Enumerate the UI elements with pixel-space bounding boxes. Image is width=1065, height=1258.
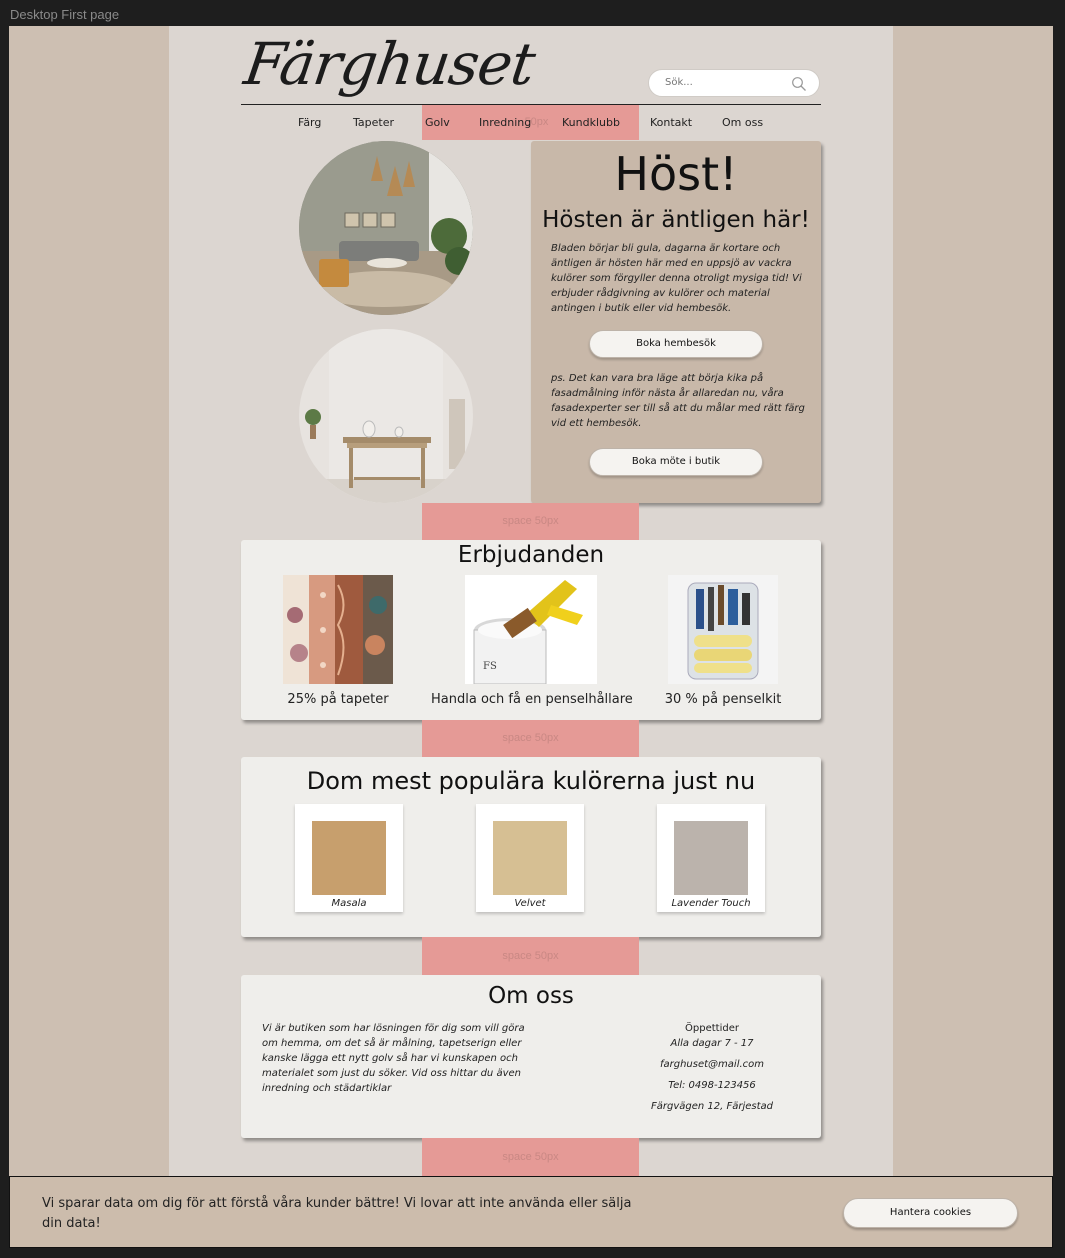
nav-item-tapeter[interactable]: Tapeter xyxy=(353,116,394,129)
search-icon[interactable] xyxy=(791,76,807,92)
hero-card: Höst! Hösten är äntligen här! Bladen bör… xyxy=(531,141,821,503)
brush-kit-image xyxy=(668,575,778,684)
popular-colors-title: Dom mest populära kulörerna just nu xyxy=(306,767,756,795)
opening-hours-label: Öppettider xyxy=(685,1023,739,1034)
nav-item-farg[interactable]: Färg xyxy=(298,116,321,129)
section-spacer: space 50px xyxy=(422,1138,639,1176)
manage-cookies-button[interactable]: Hantera cookies xyxy=(843,1198,1018,1228)
color-swatch xyxy=(493,821,567,895)
wallpaper-rolls-image xyxy=(283,575,393,684)
offer-label: 25% på tapeter xyxy=(287,692,389,707)
color-name: Lavender Touch xyxy=(671,898,751,909)
color-swatch xyxy=(674,821,748,895)
about-card: Om oss Vi är butiken som har lösningen f… xyxy=(241,975,821,1138)
search-box[interactable] xyxy=(648,69,820,97)
offer-label: 30 % på penselkit xyxy=(664,692,782,707)
book-store-meeting-button[interactable]: Boka möte i butik xyxy=(589,448,763,476)
opening-hours: Alla dagar 7 - 17 xyxy=(670,1038,754,1049)
main-nav: Färg Tapeter Golv Inredning Kundklubb Ko… xyxy=(169,114,893,134)
logo[interactable]: Färghuset xyxy=(240,30,538,98)
book-home-visit-button[interactable]: Boka hembesök xyxy=(589,330,763,358)
header-divider xyxy=(241,104,821,105)
console-table-image xyxy=(299,329,473,503)
color-swatch-card[interactable]: Masala xyxy=(295,804,403,912)
section-spacer: space 50px xyxy=(422,720,639,757)
svg-text:FS: FS xyxy=(483,661,497,672)
cookie-banner: Vi sparar data om dig för att förstå vår… xyxy=(9,1176,1053,1248)
contact-info: Öppettider Alla dagar 7 - 17 farghuset@m… xyxy=(641,1021,783,1114)
hero-text: Bladen börjar bli gula, dagarna är korta… xyxy=(551,243,802,314)
nav-item-golv[interactable]: Golv xyxy=(425,116,450,129)
cookie-text: Vi sparar data om dig för att förstå vår… xyxy=(42,1196,632,1231)
color-swatch-card[interactable]: Lavender Touch xyxy=(657,804,765,912)
popular-colors-card: Dom mest populära kulörerna just nu Masa… xyxy=(241,757,821,937)
color-name: Velvet xyxy=(514,898,546,909)
nav-item-kundklubb[interactable]: Kundklubb xyxy=(562,116,620,129)
nav-item-kontakt[interactable]: Kontakt xyxy=(650,116,692,129)
offer-label: Handla och få en penselhållare xyxy=(431,692,633,707)
color-swatch xyxy=(312,821,386,895)
color-name: Masala xyxy=(331,898,367,909)
offer-item[interactable]: 25% på tapeter xyxy=(238,575,438,707)
paint-can-brush-image: FS xyxy=(465,575,597,685)
offer-item[interactable]: FS Handla och få en penselhållare xyxy=(431,575,633,707)
about-title: Om oss xyxy=(488,983,574,1009)
page-column: 50px Färghuset Färg Tapeter Golv Inredni… xyxy=(169,26,893,1176)
offer-item[interactable]: 30 % på penselkit xyxy=(623,575,823,707)
living-room-image xyxy=(299,141,473,315)
contact-phone[interactable]: Tel: 0498-123456 xyxy=(641,1078,783,1093)
contact-address: Färgvägen 12, Färjestad xyxy=(650,1101,773,1112)
color-swatch-card[interactable]: Velvet xyxy=(476,804,584,912)
desktop-frame: 50px Färghuset Färg Tapeter Golv Inredni… xyxy=(9,26,1053,1176)
search-input[interactable] xyxy=(665,77,785,88)
nav-item-om-oss[interactable]: Om oss xyxy=(722,116,763,129)
nav-item-inredning[interactable]: Inredning xyxy=(479,116,531,129)
section-spacer: space 50px xyxy=(422,503,639,540)
contact-email[interactable]: farghuset@mail.com xyxy=(641,1057,783,1072)
section-spacer: space 50px xyxy=(422,937,639,975)
frame-label: Desktop First page xyxy=(10,7,120,22)
about-text: Vi är butiken som har lösningen för dig … xyxy=(262,1023,525,1094)
hero-subtitle: Hösten är äntligen här! xyxy=(542,207,810,233)
offers-title: Erbjudanden xyxy=(457,542,605,568)
hero-title: Höst! xyxy=(614,147,738,201)
offers-card: Erbjudanden 25% på tapeter FS Handla och… xyxy=(241,540,821,720)
hero-ps-text: ps. Det kan vara bra läge att börja kika… xyxy=(551,373,805,429)
